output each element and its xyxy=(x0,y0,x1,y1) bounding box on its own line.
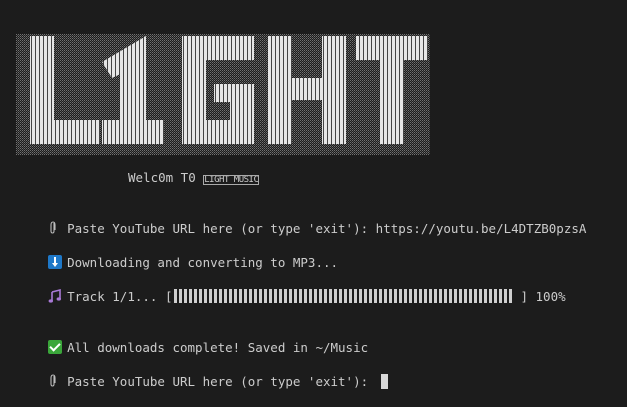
text-cursor[interactable] xyxy=(380,374,388,389)
prompt-label: Paste YouTube URL here (or type 'exit'): xyxy=(67,374,376,389)
complete-status-line: All downloads complete! Saved in ~/Music xyxy=(18,324,368,355)
complete-text: All downloads complete! Saved in ~/Music xyxy=(67,340,369,355)
progress-bar-close: ] xyxy=(520,289,528,304)
welcome-glyph-text: LIGHT MUSIC xyxy=(203,175,260,185)
entered-url: https://youtu.be/L4DTZB0pzsA xyxy=(375,221,587,236)
download-arrow-icon xyxy=(48,255,63,269)
banner-logo xyxy=(16,34,430,155)
paperclip-icon xyxy=(50,374,56,387)
url-prompt-line: Paste YouTube URL here (or type 'exit'):… xyxy=(18,205,586,236)
prompt-label: Paste YouTube URL here (or type 'exit'): xyxy=(67,221,376,236)
url-prompt-line-active[interactable]: Paste YouTube URL here (or type 'exit'): xyxy=(18,358,388,389)
music-note-icon xyxy=(48,289,62,303)
downloading-status-line: Downloading and converting to MP3... xyxy=(18,239,338,270)
progress-bar-fill xyxy=(174,289,515,303)
check-mark-icon xyxy=(48,340,63,354)
progress-percent: 100% xyxy=(535,289,566,304)
welcome-message: Welc0m T0 LIGHT MUSIC xyxy=(128,170,260,186)
downloading-text: Downloading and converting to MP3... xyxy=(67,255,339,270)
track-progress-line: Track 1/1... [] 100% xyxy=(18,273,566,304)
track-label: Track 1/1... [ xyxy=(67,289,173,304)
ascii-art-banner xyxy=(16,34,430,155)
paperclip-icon xyxy=(50,221,56,234)
progress-bar xyxy=(174,289,515,303)
welcome-text: Welc0m T0 xyxy=(128,170,204,185)
terminal-window[interactable]: Welc0m T0 LIGHT MUSIC Paste YouTube URL … xyxy=(0,0,627,407)
